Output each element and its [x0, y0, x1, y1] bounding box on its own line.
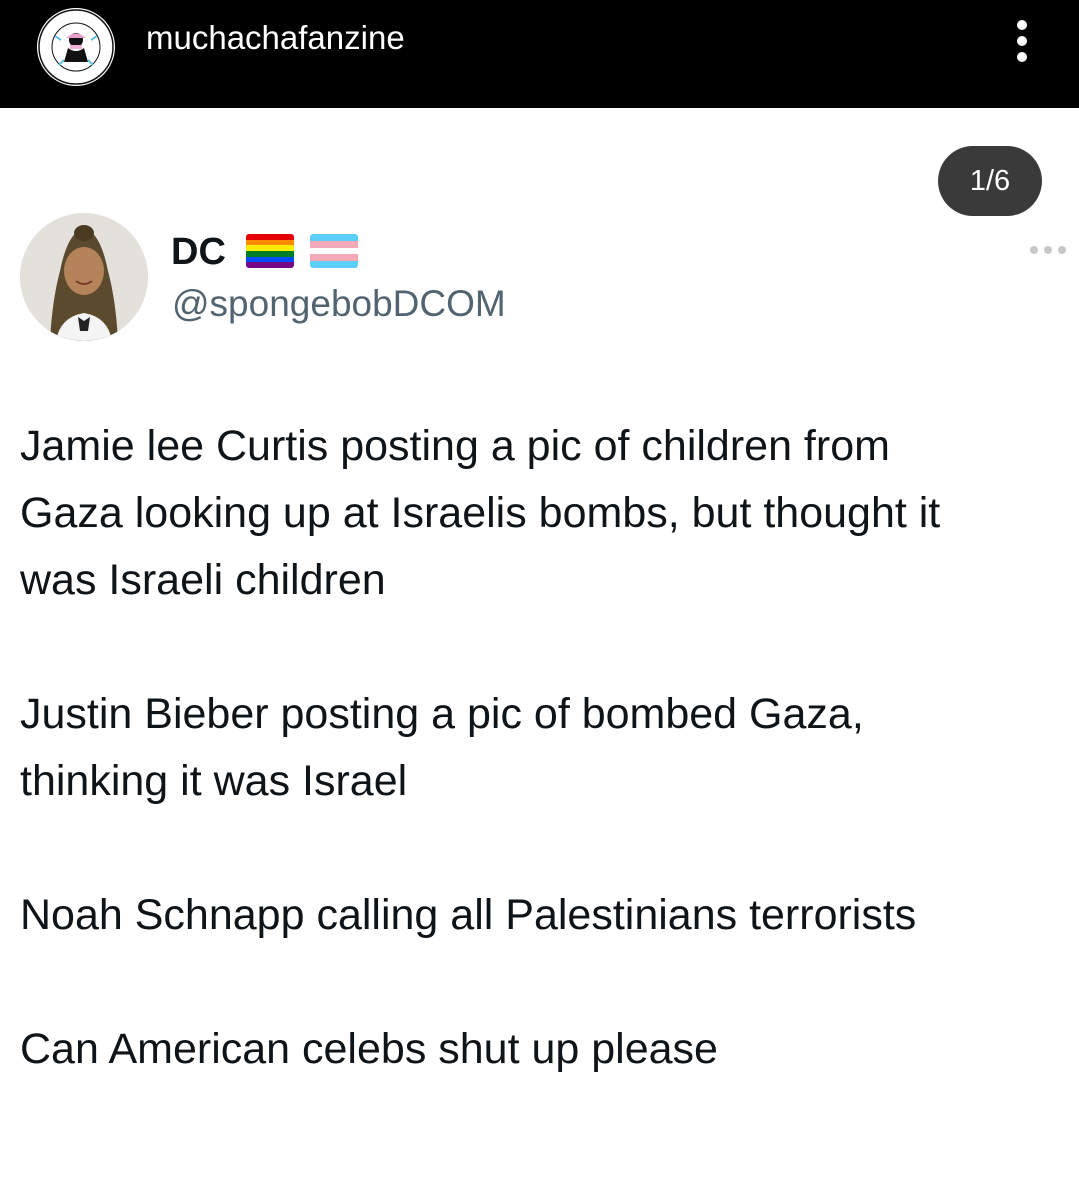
horizontal-ellipsis-icon [1026, 238, 1070, 262]
muchacha-fanzine-logo-icon [38, 9, 114, 85]
tweet-paragraph: Justin Bieber posting a pic of bombed Ga… [20, 690, 864, 805]
tweet-paragraph: Noah Schnapp calling all Palestinians te… [20, 891, 917, 939]
tweet-display-name: DC [171, 231, 226, 273]
rainbow-pride-flag-icon [246, 234, 294, 268]
tweet-text: Jamie lee Curtis posting a pic of childr… [20, 413, 1075, 1083]
tweet-author-avatar [20, 213, 148, 341]
person-photo-icon [20, 213, 148, 341]
tweet-paragraph: Can American celebs shut up please [20, 1025, 718, 1073]
account-avatar[interactable] [37, 8, 115, 86]
tweet-handle: @spongebobDCOM [172, 283, 506, 324]
tweet-paragraph: Jamie lee Curtis posting a pic of childr… [20, 422, 941, 604]
carousel-counter: 1/6 [938, 146, 1042, 216]
account-username[interactable]: muchachafanzine [146, 18, 405, 58]
vertical-ellipsis-icon[interactable] [1004, 12, 1040, 68]
transgender-flag-icon [310, 234, 358, 268]
instagram-header: muchachafanzine [0, 0, 1079, 108]
